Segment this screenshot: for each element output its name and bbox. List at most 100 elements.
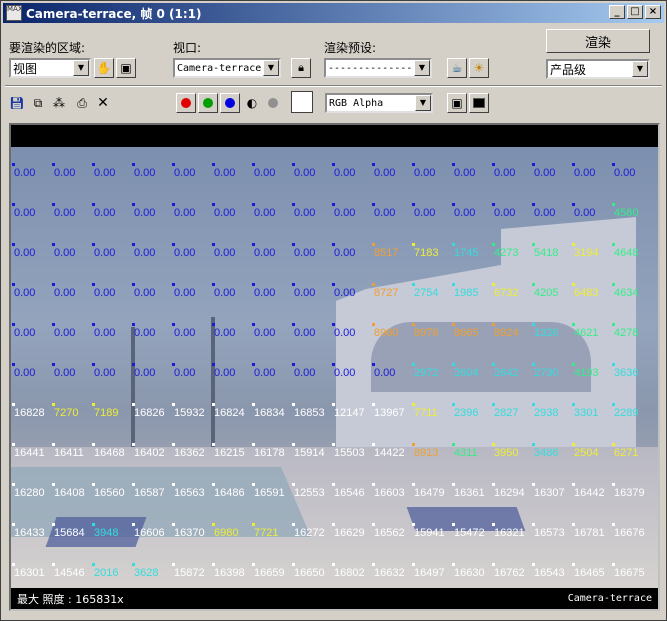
illuminance-value: 2289 — [614, 407, 639, 419]
clone-frame-button[interactable]: ⁂ — [49, 93, 69, 113]
save-image-button[interactable]: 💾︎ — [7, 93, 27, 113]
sample-point-marker — [572, 283, 575, 286]
maximize-button[interactable]: □ — [627, 5, 643, 19]
sample-point-marker — [372, 163, 375, 166]
illuminance-value: 13967 — [374, 407, 405, 419]
illuminance-value: 8976 — [414, 327, 439, 339]
environment-button[interactable]: ☀ — [469, 58, 489, 78]
viewport-select[interactable]: Camera-terrace ▼ — [173, 58, 281, 78]
sample-point-marker — [612, 443, 615, 446]
sample-point-marker — [52, 523, 55, 526]
edit-region-button[interactable]: ✋ — [94, 58, 114, 78]
rendered-image[interactable]: 0.00 0.00 0.00 0.00 0.00 0.00 0.00 0.00 0.00 0.00… — [11, 147, 658, 588]
sample-point-marker — [532, 163, 535, 166]
illuminance-value: 0.00 — [254, 367, 276, 379]
quality-select[interactable]: 产品级 ▼ — [546, 59, 650, 79]
sample-point-marker — [412, 163, 415, 166]
sample-point-marker — [412, 243, 415, 246]
alpha-channel-toggle[interactable]: ◐ — [242, 93, 262, 113]
sample-point-marker — [612, 363, 615, 366]
sample-point-marker — [92, 163, 95, 166]
illuminance-value: 0.00 — [254, 207, 276, 219]
close-button[interactable]: × — [645, 5, 661, 19]
auto-region-button[interactable]: ▣ — [116, 58, 136, 78]
illuminance-value: 2972 — [414, 367, 439, 379]
sample-point-marker — [292, 403, 295, 406]
illuminance-value: 8517 — [374, 247, 399, 259]
red-channel-toggle[interactable] — [176, 93, 196, 113]
illuminance-value: 2827 — [494, 407, 519, 419]
render-button[interactable]: 渲染 — [546, 29, 650, 53]
illuminance-value: 2016 — [94, 567, 119, 579]
sample-point-marker — [132, 363, 135, 366]
chevron-down-icon: ▼ — [263, 60, 279, 76]
sample-point-marker — [532, 563, 535, 566]
sample-point-marker — [12, 563, 15, 566]
sample-point-marker — [372, 363, 375, 366]
illuminance-value: 16379 — [614, 487, 645, 499]
sample-point-marker — [172, 563, 175, 566]
sample-point-marker — [372, 203, 375, 206]
teapot-icon: ☕︎ — [451, 61, 463, 75]
illuminance-value: 12553 — [294, 487, 325, 499]
swatch-color[interactable] — [291, 91, 313, 113]
clear-button[interactable]: ✕ — [93, 93, 113, 113]
illuminance-value: 4193 — [574, 367, 599, 379]
illuminance-value: 16307 — [534, 487, 565, 499]
sample-point-marker — [332, 563, 335, 566]
lock-viewport-button[interactable]: 🔒︎ — [291, 58, 311, 78]
blue-channel-toggle[interactable] — [220, 93, 240, 113]
print-button[interactable]: ⎙ — [72, 93, 92, 113]
sample-point-marker — [172, 483, 175, 486]
sample-point-marker — [252, 483, 255, 486]
illuminance-value: 14546 — [54, 567, 85, 579]
gray-dot-icon — [268, 98, 278, 108]
sample-point-marker — [132, 243, 135, 246]
illuminance-value: 6483 — [574, 287, 599, 299]
illuminance-value: 0.00 — [54, 367, 76, 379]
channel-select[interactable]: RGB Alpha ▼ — [325, 93, 433, 113]
toggle-ui-overlay-button[interactable] — [469, 93, 489, 113]
render-setup-button[interactable]: ☕︎ — [447, 58, 467, 78]
illuminance-value: 16546 — [334, 487, 365, 499]
copy-image-button[interactable]: ⧉ — [28, 93, 48, 113]
sample-point-marker — [572, 403, 575, 406]
green-channel-toggle[interactable] — [198, 93, 218, 113]
display-alpha-button[interactable]: ▣ — [447, 93, 467, 113]
sample-point-marker — [12, 483, 15, 486]
illuminance-value: 16486 — [214, 487, 245, 499]
sample-point-marker — [372, 283, 375, 286]
illuminance-value: 0.00 — [54, 167, 76, 179]
illuminance-value: 2938 — [534, 407, 559, 419]
area-select[interactable]: 视图 ▼ — [9, 58, 91, 78]
sample-point-marker — [532, 283, 535, 286]
sample-point-marker — [492, 443, 495, 446]
sample-point-marker — [292, 163, 295, 166]
sample-point-marker — [92, 323, 95, 326]
sample-point-marker — [212, 563, 215, 566]
sample-point-marker — [612, 403, 615, 406]
illuminance-value: 16433 — [14, 527, 45, 539]
title-bar[interactable]: MAX Camera-terrace, 帧 0 (1:1) _ □ × — [3, 3, 664, 23]
lock-icon: 🔒︎ — [298, 61, 304, 74]
illuminance-value: 16362 — [174, 447, 205, 459]
illuminance-value: 2730 — [534, 367, 559, 379]
illuminance-value: 16826 — [134, 407, 165, 419]
illuminance-value: 16562 — [374, 527, 405, 539]
minimize-button[interactable]: _ — [609, 5, 625, 19]
red-dot-icon — [181, 98, 191, 108]
illuminance-value: 16560 — [94, 487, 125, 499]
sample-point-marker — [12, 323, 15, 326]
illuminance-value: 8913 — [414, 447, 439, 459]
monochrome-toggle[interactable] — [263, 93, 283, 113]
sample-point-marker — [132, 203, 135, 206]
preset-select[interactable]: -------------------- ▼ — [324, 58, 432, 78]
illuminance-value: 3628 — [134, 567, 159, 579]
illuminance-value: 15872 — [174, 567, 205, 579]
illuminance-value: 8727 — [374, 287, 399, 299]
sample-point-marker — [132, 163, 135, 166]
illuminance-value: 15932 — [174, 407, 205, 419]
sample-point-marker — [52, 243, 55, 246]
sample-point-marker — [532, 523, 535, 526]
illuminance-value: 7711 — [414, 407, 438, 419]
